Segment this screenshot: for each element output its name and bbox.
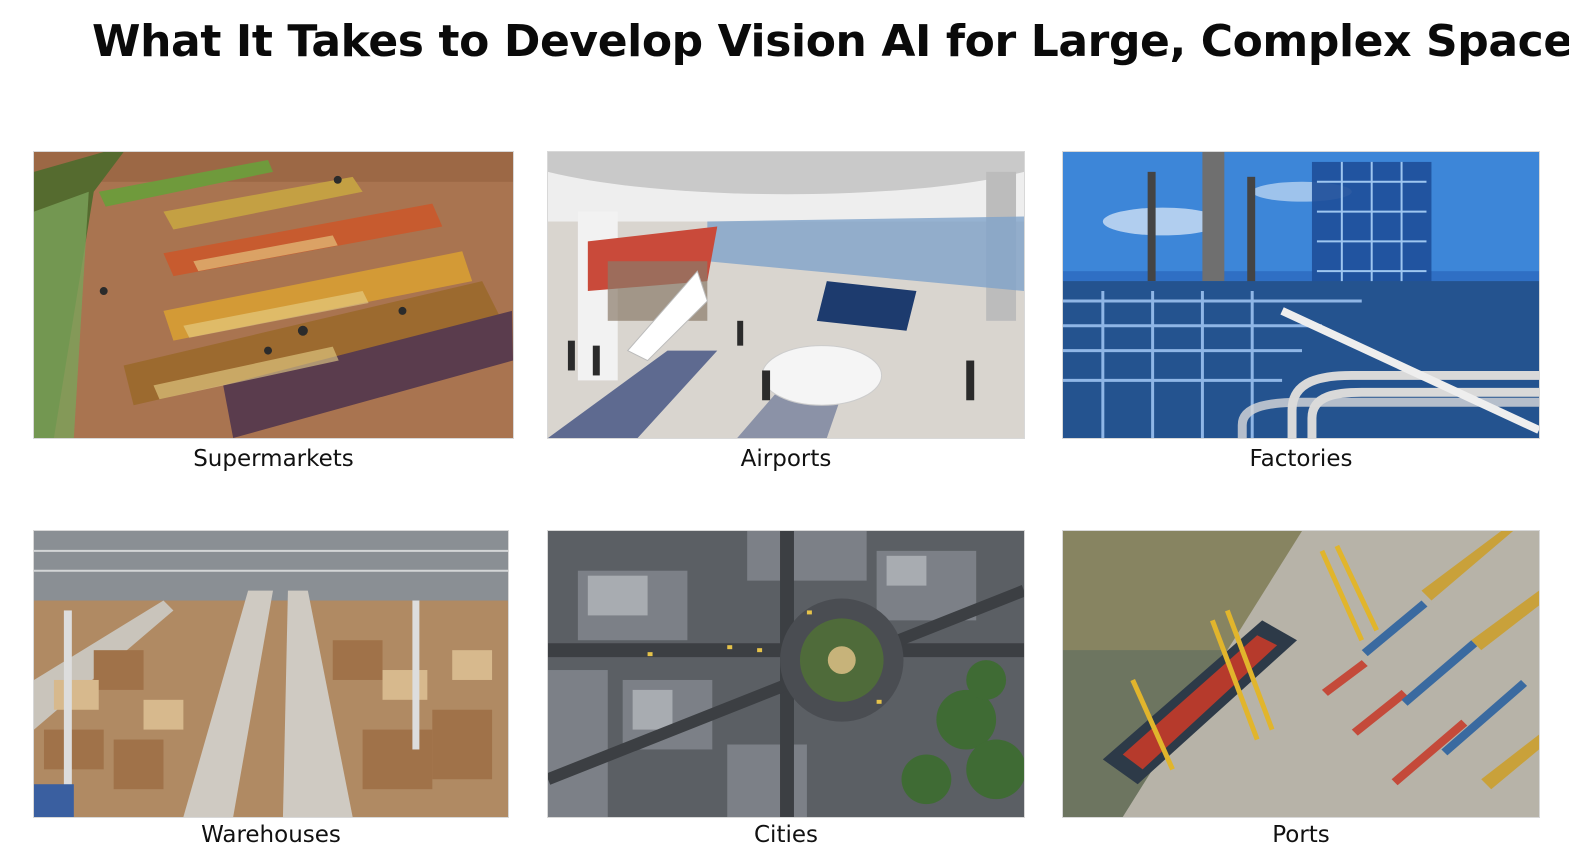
tile-caption-warehouses: Warehouses xyxy=(201,822,341,848)
airport-photo xyxy=(547,151,1025,439)
supermarket-photo xyxy=(33,151,514,439)
warehouse-photo xyxy=(33,530,509,818)
factory-photo xyxy=(1062,151,1540,439)
slide-title: What It Takes to Develop Vision AI for L… xyxy=(92,16,1569,67)
port-photo xyxy=(1062,530,1540,818)
tile-caption-supermarkets: Supermarkets xyxy=(193,446,354,472)
tile-caption-cities: Cities xyxy=(754,822,818,848)
city-photo xyxy=(547,530,1025,818)
tile-caption-airports: Airports xyxy=(740,446,832,472)
tile-caption-ports: Ports xyxy=(1272,822,1330,848)
tile-caption-factories: Factories xyxy=(1249,446,1353,472)
